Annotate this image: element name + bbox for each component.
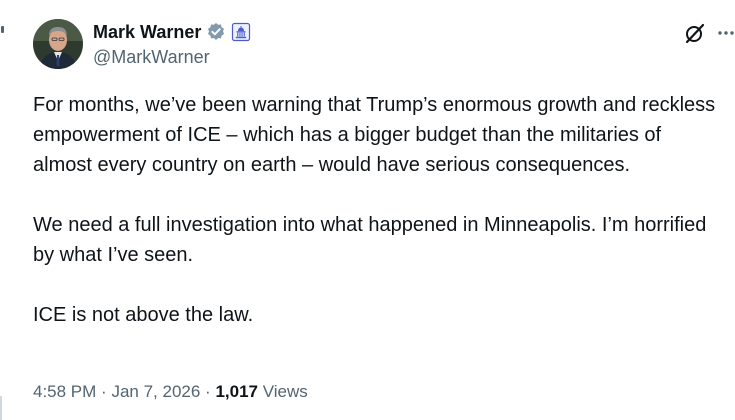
more-options-icon[interactable]	[717, 24, 735, 42]
views-count: 1,017	[215, 382, 258, 401]
author-name-row[interactable]: Mark Warner	[93, 20, 251, 44]
tweet-paragraph: ICE is not above the law.	[33, 304, 254, 326]
tweet-paragraph: For months, we’ve been warning that Trum…	[33, 94, 716, 176]
avatar[interactable]	[33, 19, 83, 69]
meta-separator: ·	[101, 382, 107, 401]
tweet-paragraph: We need a full investigation into what h…	[33, 214, 707, 266]
left-edge-divider	[0, 0, 14, 420]
author-display-name[interactable]: Mark Warner	[93, 20, 201, 44]
tweet-date[interactable]: Jan 7, 2026	[111, 382, 200, 401]
tweet-meta: 4:58 PM · Jan 7, 2026 · 1,017 Views	[33, 381, 308, 403]
tweet-text: For months, we’ve been warning that Trum…	[33, 90, 723, 330]
government-badge-icon[interactable]	[231, 22, 251, 42]
grok-icon[interactable]	[683, 21, 707, 45]
author-handle[interactable]: @MarkWarner	[93, 45, 210, 69]
verified-badge-icon[interactable]	[206, 22, 226, 42]
thread-line	[0, 396, 2, 420]
views-label: Views	[262, 382, 308, 401]
edge-marker	[1, 26, 4, 33]
meta-separator: ·	[205, 382, 211, 401]
tweet-time[interactable]: 4:58 PM	[33, 382, 96, 401]
